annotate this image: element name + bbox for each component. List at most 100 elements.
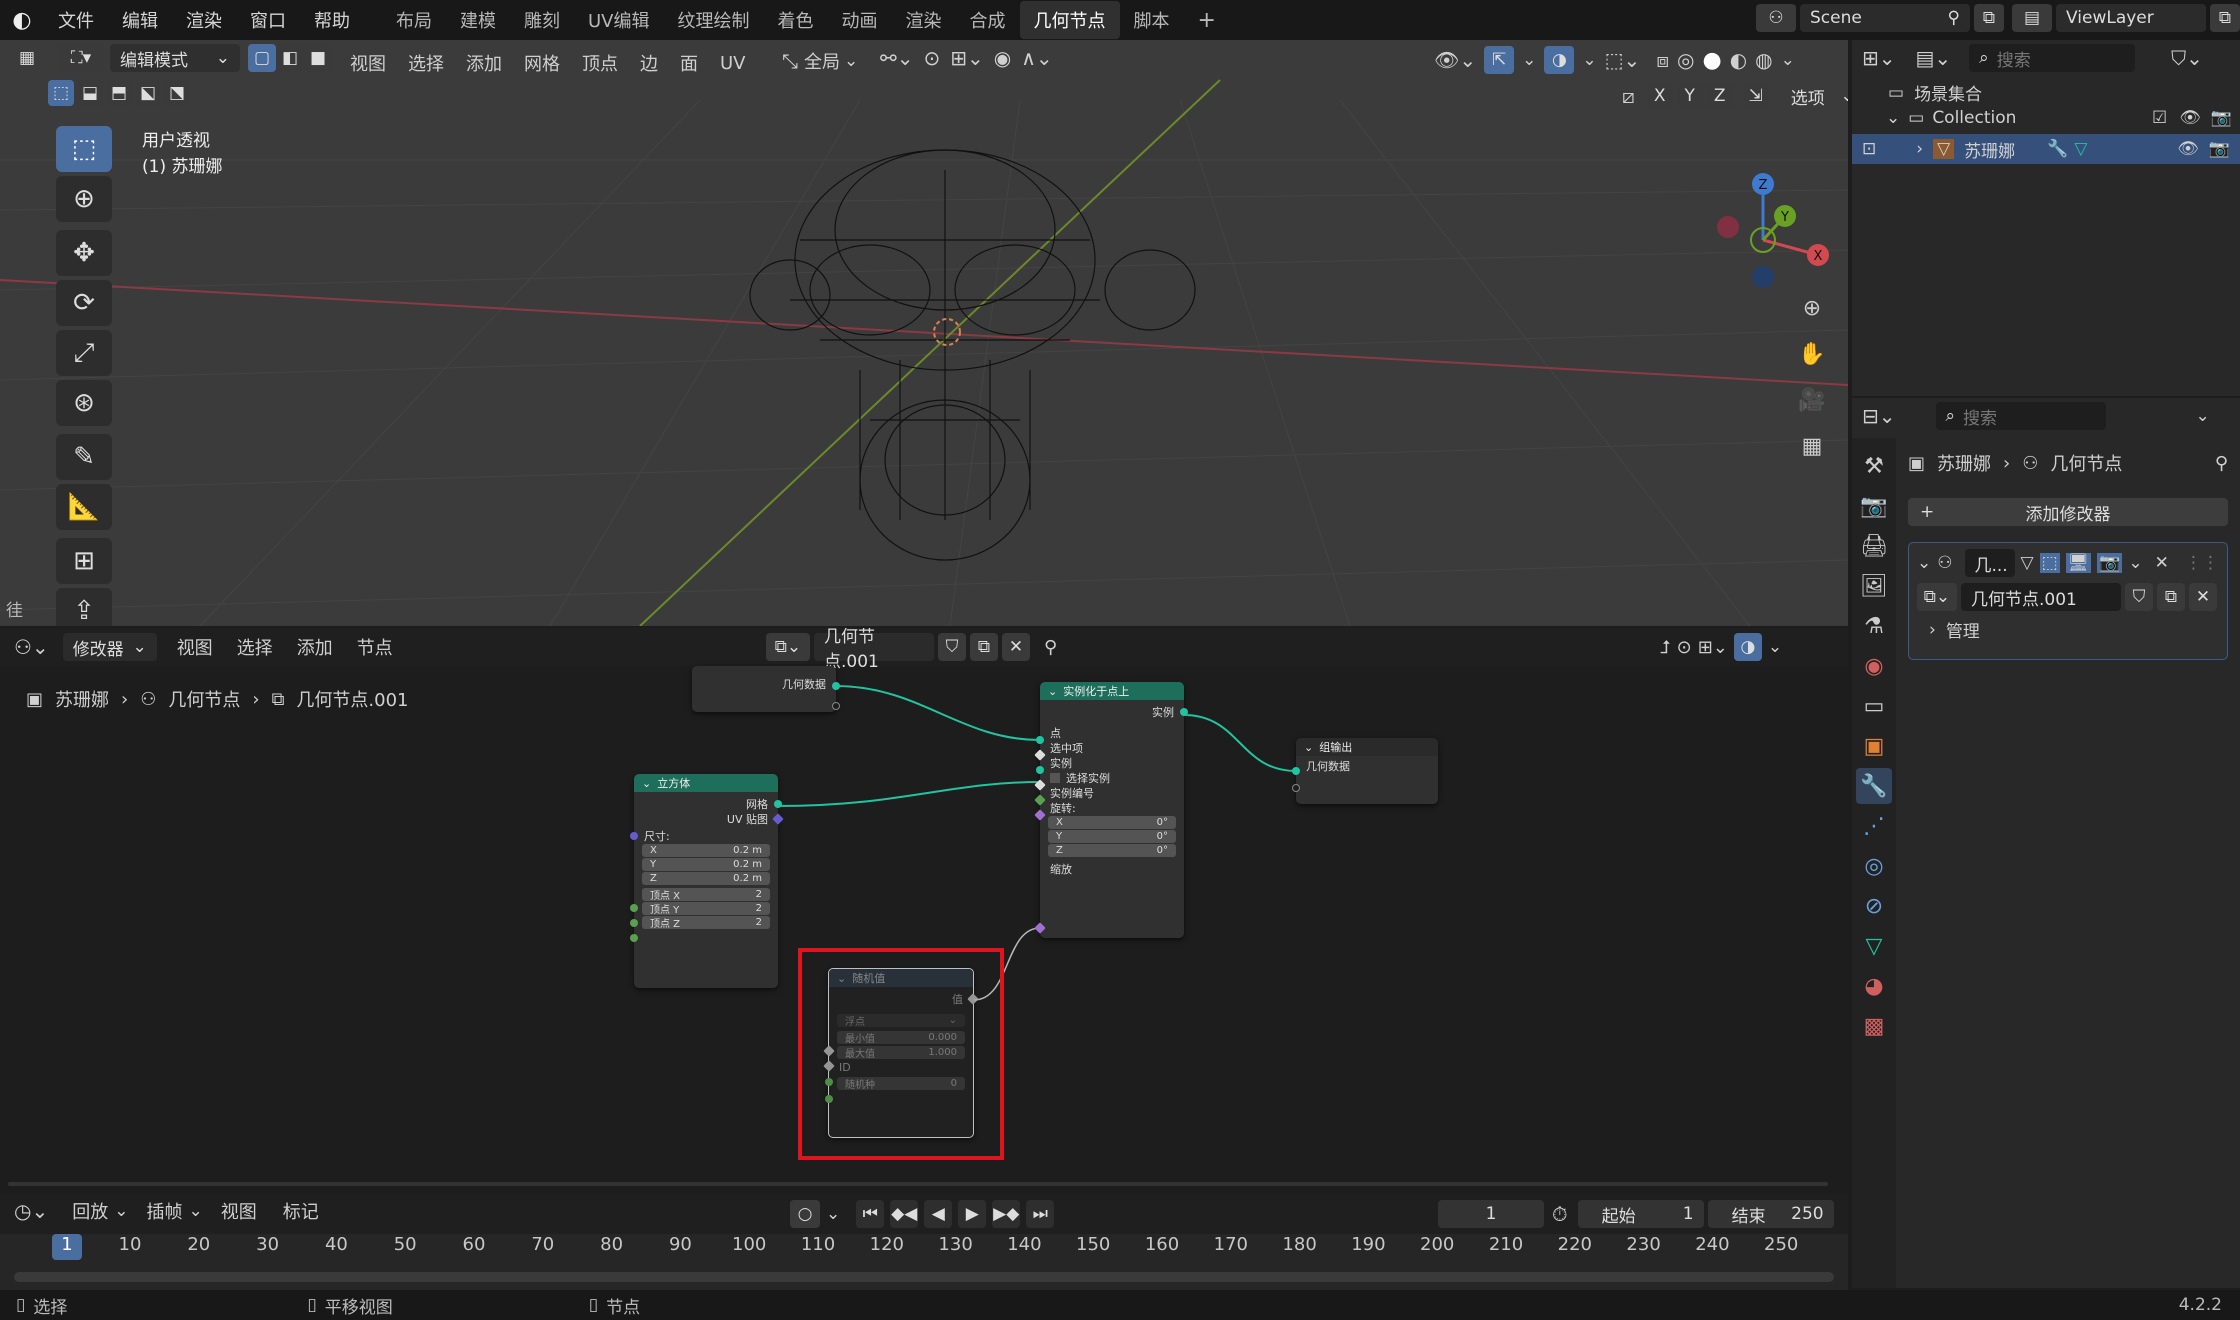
viewlayer-icon[interactable]: ▤ <box>2012 4 2052 32</box>
chevron-down-icon[interactable]: ⌄ <box>1886 108 1900 128</box>
chevron-down-icon[interactable]: ⌄ <box>188 1201 202 1221</box>
menu-add[interactable]: 添加 <box>297 634 333 660</box>
menu-node[interactable]: 节点 <box>357 634 393 660</box>
timeline-scrollbar[interactable] <box>14 1272 1834 1282</box>
add-cube-tool-icon[interactable]: ⊞ <box>56 538 112 584</box>
prev-keyframe-icon[interactable]: ◆◀ <box>890 1200 919 1228</box>
auto-keying-icon[interactable]: ○ <box>790 1200 820 1228</box>
drag-handle-icon[interactable]: ⋮⋮ <box>2185 553 2219 573</box>
play-icon[interactable]: ▶ <box>958 1200 987 1228</box>
chevron-down-icon[interactable]: ⌄ <box>114 1201 128 1221</box>
socket-scale-in[interactable] <box>1034 922 1046 934</box>
tab-animation[interactable]: 动画 <box>828 1 892 39</box>
socket-geometry-in[interactable] <box>1292 767 1300 775</box>
pin-icon[interactable]: ⚲ <box>1044 637 1057 658</box>
tab-scripting[interactable]: 脚本 <box>1120 1 1184 39</box>
menu-vertex[interactable]: 顶点 <box>582 50 618 76</box>
menu-add[interactable]: 添加 <box>466 50 502 76</box>
socket-seed-in[interactable] <box>825 1095 833 1103</box>
checkbox-icon[interactable]: ☑ <box>2152 108 2167 128</box>
manage-subpanel[interactable]: › 管理 <box>1929 617 2207 643</box>
chevron-down-icon[interactable]: ⌄ <box>1781 50 1795 70</box>
vertices-y-field[interactable]: 顶点 Y 2 <box>642 902 770 916</box>
scene-icon[interactable]: ⚇ <box>1756 4 1796 32</box>
select-extend-icon[interactable]: ⬓ <box>77 80 103 106</box>
socket-instances-out[interactable] <box>1180 708 1188 716</box>
tab-rendering[interactable]: 渲染 <box>892 1 956 39</box>
start-frame-field[interactable]: 起始 1 <box>1577 1200 1704 1228</box>
menu-select[interactable]: 选择 <box>237 634 273 660</box>
eye-icon[interactable]: 👁 <box>2177 139 2199 159</box>
vertices-z-field[interactable]: 顶点 Z 2 <box>642 916 770 930</box>
transform-orientation[interactable]: ⤡ 全局 ⌄ <box>782 48 858 74</box>
outliner-search-field[interactable]: ⌕ 搜索 <box>1969 44 2136 72</box>
menu-window[interactable]: 窗口 <box>250 7 286 33</box>
socket-id-in[interactable] <box>825 1078 833 1086</box>
editor-type-icon[interactable]: ▦ <box>10 44 44 72</box>
solid-shading-icon[interactable]: ● <box>1703 48 1722 73</box>
max-field[interactable]: 最大值 1.000 <box>837 1046 965 1060</box>
render-tab-icon[interactable]: 📷 <box>1856 488 1892 524</box>
menu-view[interactable]: 视图 <box>350 50 386 76</box>
chevron-down-icon[interactable]: ⌄ <box>2128 553 2142 573</box>
filter-icon[interactable]: ⛉⌄ <box>2171 46 2203 70</box>
menu-select[interactable]: 选择 <box>408 50 444 76</box>
menu-uv[interactable]: UV <box>720 53 746 74</box>
axis-y-toggle[interactable]: Y <box>1676 83 1703 109</box>
node-group-browse-icon[interactable]: ⧉⌄ <box>766 633 810 661</box>
select-intersect-icon[interactable]: ⬔ <box>164 80 190 106</box>
wireframe-shading-icon[interactable]: ◎ <box>1677 48 1694 72</box>
checkbox-icon[interactable] <box>1050 772 1060 783</box>
cursor-tool-icon[interactable]: ⊕ <box>56 176 112 222</box>
snap-icon[interactable]: ⊙ <box>1677 637 1692 658</box>
texture-tab-icon[interactable]: ▩ <box>1856 1008 1892 1044</box>
options-dropdown[interactable]: 选项 ⌄ <box>1781 82 1848 110</box>
modifier-name-field[interactable]: 几... <box>1964 549 2015 577</box>
move-tool-icon[interactable]: ✥ <box>56 230 112 276</box>
mirror-icon[interactable]: ⧄ <box>1622 84 1635 108</box>
parent-node-tree-icon[interactable]: ⮥ <box>1660 637 1671 658</box>
xray-icon[interactable]: ⧈ <box>1656 48 1669 72</box>
seed-field[interactable]: 随机种 0 <box>837 1077 965 1091</box>
tab-geometry-nodes[interactable]: 几何节点 <box>1019 1 1120 39</box>
gizmo-toggle-icon[interactable]: ⇱ <box>1484 46 1515 74</box>
object-select-icon[interactable]: ⊡ <box>1862 139 1876 159</box>
socket-empty[interactable] <box>832 702 840 710</box>
gizmo-neg-x-icon[interactable] <box>1717 216 1739 238</box>
object-tab-icon[interactable]: ▣ <box>1856 728 1892 764</box>
pin-icon[interactable]: ⚲ <box>2215 453 2228 474</box>
realtime-toggle-icon[interactable]: 🖥 <box>2065 553 2092 573</box>
suzanne-wireframe[interactable] <box>749 149 1196 561</box>
socket-empty[interactable] <box>1292 784 1300 792</box>
vertex-select-icon[interactable]: ▢ <box>248 44 276 72</box>
navigation-gizmo[interactable]: Z X Y <box>1700 130 1840 300</box>
select-invert-icon[interactable]: ⬕ <box>135 80 161 106</box>
mode-dropdown[interactable]: 编辑模式 ⌄ <box>110 44 240 72</box>
rendered-shading-icon[interactable]: ◍ <box>1755 48 1772 72</box>
editor-type-icon[interactable]: ⊞⌄ <box>1862 46 1896 70</box>
rotation-x-field[interactable]: X 0° <box>1048 816 1176 829</box>
unlink-icon[interactable]: ✕ <box>2189 583 2217 611</box>
perspective-toggle-icon[interactable]: ▦ <box>1794 428 1830 464</box>
axis-x-toggle[interactable]: X <box>1646 83 1673 109</box>
menu-edge[interactable]: 边 <box>640 50 658 76</box>
gizmo-neg-z-icon[interactable] <box>1752 266 1774 288</box>
end-frame-field[interactable]: 结束 250 <box>1707 1200 1834 1228</box>
rotation-z-field[interactable]: Z 0° <box>1048 844 1176 857</box>
wrench-icon[interactable]: 🔧 <box>2047 139 2068 159</box>
node-group-name-field[interactable]: 几何节点.001 <box>814 628 934 672</box>
scene-name-field[interactable]: Scene ⚲ <box>1800 4 1970 32</box>
jump-start-icon[interactable]: ⏮ <box>856 1200 885 1228</box>
rotation-y-field[interactable]: Y 0° <box>1048 830 1176 843</box>
blender-logo-icon[interactable]: ◐ <box>0 8 44 33</box>
menu-marker[interactable]: 标记 <box>283 1198 319 1224</box>
chevron-down-icon[interactable]: ⌄ <box>1917 553 1931 573</box>
chevron-down-icon[interactable]: ⌄ <box>1522 50 1536 70</box>
pivot-icon[interactable]: ⚯⌄ <box>880 46 914 70</box>
tab-layout[interactable]: 布局 <box>382 1 446 39</box>
socket-vertices-z-in[interactable] <box>630 934 638 942</box>
editor-type-icon[interactable]: ⊟⌄ <box>1862 404 1896 428</box>
mode-icon[interactable]: ⛶▾ <box>58 44 104 72</box>
menu-file[interactable]: 文件 <box>58 7 94 33</box>
view-layer-tab-icon[interactable]: 🖼 <box>1856 568 1892 604</box>
